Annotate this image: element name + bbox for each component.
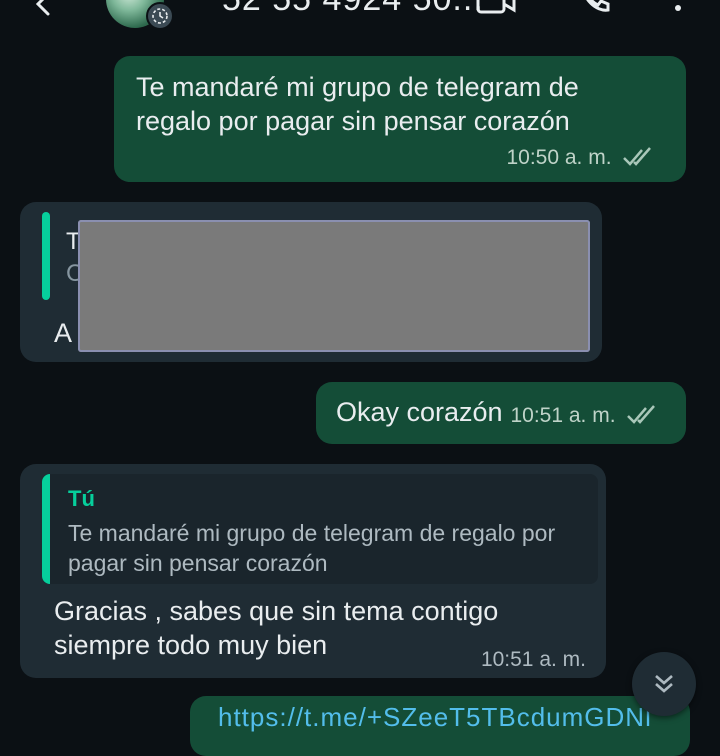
scroll-to-bottom-button[interactable] [632,652,696,716]
quote-author: Tú [68,486,95,511]
message-outgoing[interactable]: Te mandaré mi grupo de telegram de regal… [114,56,686,182]
message-incoming[interactable]: T C A [20,202,602,362]
status-icon[interactable] [146,2,174,30]
quoted-message[interactable]: Tú Te mandaré mi grupo de telegram de re… [42,474,598,584]
menu-icon[interactable] [672,0,684,14]
chat-header: 52 55 4924 50... [0,0,720,46]
contact-name[interactable]: 52 55 4924 50... [222,0,484,19]
quote-text: Te mandaré mi grupo de telegram de regal… [68,520,556,576]
message-text: Te mandaré mi grupo de telegram de regal… [136,72,579,136]
back-icon[interactable] [30,0,60,20]
message-meta: 10:51 a. m. [481,648,586,672]
message-link[interactable]: https://t.me/+SZeeT5TBcdumGDNl [218,702,652,733]
voice-call-icon[interactable] [578,0,612,16]
message-text: Okay corazón [336,397,503,427]
read-ticks-icon [627,405,655,424]
redaction-block [78,220,590,352]
message-meta: 10:51 a. m. [510,404,660,428]
quote-bar [42,212,50,300]
message-time: 10:50 a. m. [506,146,612,169]
double-chevron-down-icon [655,675,673,693]
quote-bar [42,474,50,584]
video-call-icon[interactable] [476,0,516,18]
chat-area[interactable]: Te mandaré mi grupo de telegram de regal… [0,46,720,756]
message-incoming[interactable]: Tú Te mandaré mi grupo de telegram de re… [20,464,606,678]
message-meta: 10:50 a. m. [506,146,656,170]
message-time: 10:51 a. m. [510,404,616,427]
read-ticks-icon [623,147,651,166]
message-time: 10:51 a. m. [480,648,586,671]
message-outgoing[interactable]: Okay corazón 10:51 a. m. [316,382,686,444]
message-outgoing[interactable]: https://t.me/+SZeeT5TBcdumGDNl [190,696,690,756]
message-text: A [54,318,73,348]
